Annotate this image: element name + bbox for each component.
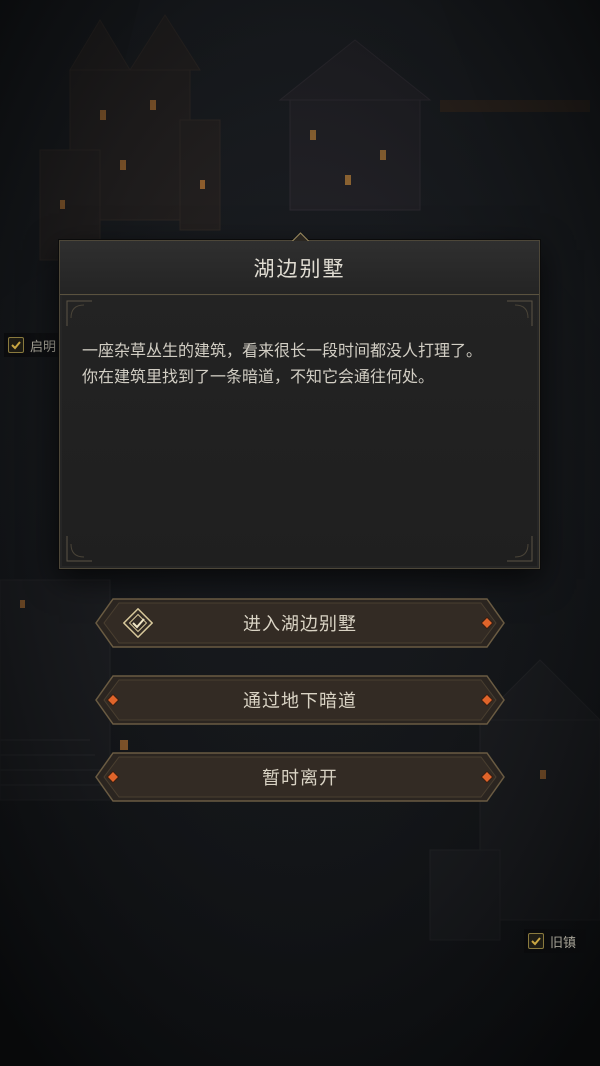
dialog-paragraph: 一座杂草丛生的建筑，看来很长一段时间都没人打理了。 — [82, 341, 483, 360]
option-label: 通过地下暗道 — [243, 691, 357, 712]
location-label-qiming[interactable]: 启明 — [4, 333, 67, 357]
corner-ornament-icon — [66, 534, 94, 562]
corner-ornament-icon — [505, 534, 533, 562]
check-icon — [528, 933, 544, 949]
dialog-body — [62, 296, 537, 566]
location-label-jiuzhen[interactable]: 旧镇 — [524, 929, 587, 953]
event-dialog: 湖边别墅 一座杂草丛生的建筑，看来很长一段时间都没人打理了。 你在建筑里找到了一… — [59, 232, 540, 569]
option-enter-villa-button[interactable]: 进入湖边别墅 — [95, 598, 505, 648]
dialog-header: 湖边别墅 — [60, 241, 539, 295]
corner-ornament-icon — [505, 300, 533, 328]
location-name: 启明 — [30, 339, 57, 355]
option-label: 暂时离开 — [262, 768, 338, 789]
location-name: 旧镇 — [550, 935, 577, 951]
option-secret-passage-button[interactable]: 通过地下暗道 — [95, 675, 505, 725]
option-label: 进入湖边别墅 — [243, 614, 357, 635]
option-leave-button[interactable]: 暂时离开 — [95, 752, 505, 802]
check-icon — [8, 337, 24, 353]
dialog-description: 一座杂草丛生的建筑，看来很长一段时间都没人打理了。 你在建筑里找到了一条暗道，不… — [82, 338, 517, 390]
dialog-title: 湖边别墅 — [253, 256, 346, 281]
corner-ornament-icon — [66, 300, 94, 328]
dialog-paragraph: 你在建筑里找到了一条暗道，不知它会通往何处。 — [82, 367, 435, 386]
